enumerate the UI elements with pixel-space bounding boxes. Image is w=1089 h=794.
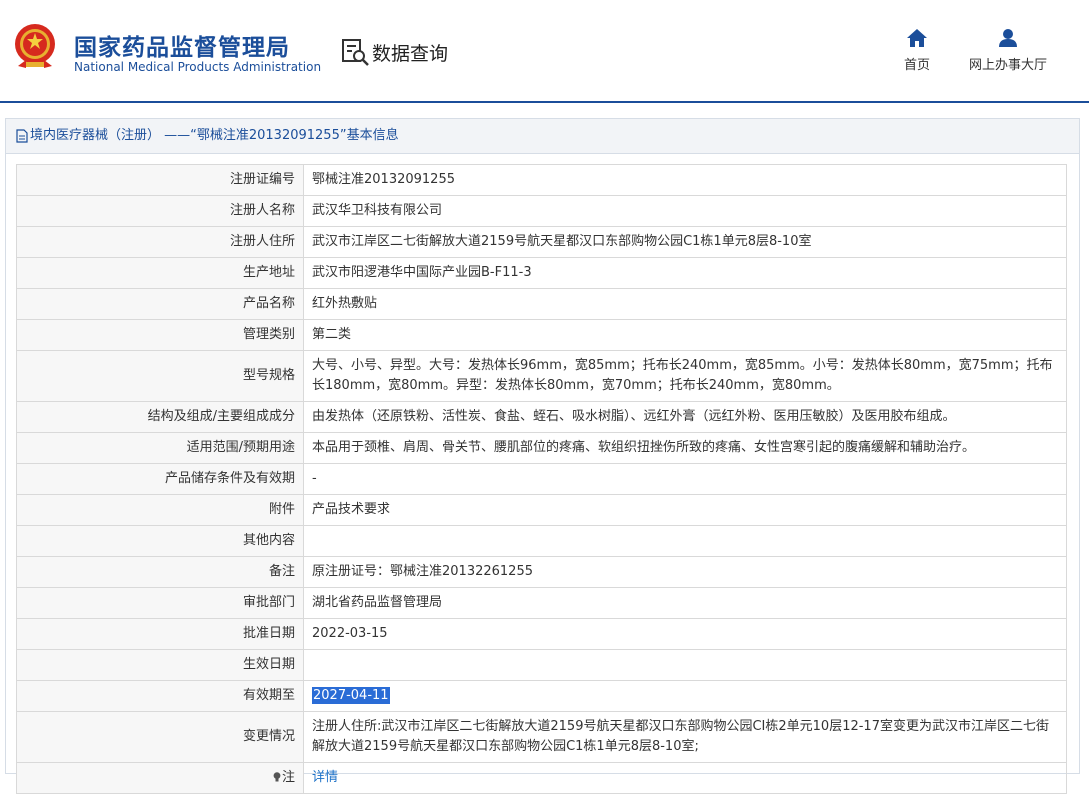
- site-name-en: National Medical Products Administration: [74, 60, 322, 74]
- row-value: 产品技术要求: [303, 494, 1067, 526]
- row-value: 武汉市江岸区二七街解放大道2159号航天星都汉口东部购物公园C1栋1单元8层8-…: [303, 226, 1067, 258]
- lightbulb-icon: [273, 772, 281, 782]
- row-label: 注: [16, 762, 304, 794]
- nav-online-hall-label: 网上办事大厅: [968, 58, 1047, 73]
- table-row: 产品名称 红外热敷贴: [16, 288, 1067, 320]
- row-value: 武汉市阳逻港华中国际产业园B-F11-3: [303, 257, 1067, 289]
- panel-title-bar: 境内医疗器械（注册） ——“鄂械注准20132091255”基本信息: [6, 119, 1079, 154]
- detail-panel: 境内医疗器械（注册） ——“鄂械注准20132091255”基本信息 注册证编号…: [5, 118, 1080, 794]
- document-icon: [16, 129, 28, 143]
- selected-text: 2027-04-11: [312, 687, 390, 704]
- row-value: 原注册证号：鄂械注准20132261255: [303, 556, 1067, 588]
- row-label: 其他内容: [16, 525, 304, 557]
- panel-title: 境内医疗器械（注册） ——“鄂械注准20132091255”基本信息: [30, 128, 399, 143]
- site-name-cn: 国家药品监督管理局: [74, 35, 290, 61]
- row-value: 由发热体（还原铁粉、活性炭、食盐、蛭石、吸水树脂）、远红外膏（远红外粉、医用压敏…: [303, 401, 1067, 433]
- row-value: 2027-04-11: [303, 680, 1067, 712]
- row-label: 管理类别: [16, 319, 304, 351]
- row-value: 鄂械注准20132091255: [303, 164, 1067, 196]
- user-icon: [999, 29, 1017, 47]
- table-row: 注册人名称 武汉华卫科技有限公司: [16, 195, 1067, 227]
- row-value: 注册人住所:武汉市江岸区二七街解放大道2159号航天星都汉口东部购物公园CI栋2…: [303, 711, 1067, 763]
- table-row: 产品储存条件及有效期 -: [16, 463, 1067, 495]
- row-label: 有效期至: [16, 680, 304, 712]
- home-icon: [907, 29, 927, 47]
- table-row: 审批部门 湖北省药品监督管理局: [16, 587, 1067, 619]
- row-value: 红外热敷贴: [303, 288, 1067, 320]
- row-value: 湖北省药品监督管理局: [303, 587, 1067, 619]
- table-row: 适用范围/预期用途 本品用于颈椎、肩周、骨关节、腰肌部位的疼痛、软组织扭挫伤所致的…: [16, 432, 1067, 464]
- row-label: 审批部门: [16, 587, 304, 619]
- table-row: 管理类别 第二类: [16, 319, 1067, 351]
- info-table: 注册证编号 鄂械注准20132091255 注册人名称 武汉华卫科技有限公司 注册人…: [16, 164, 1067, 794]
- row-value: 2022-03-15: [303, 618, 1067, 650]
- table-row: 备注 原注册证号：鄂械注准20132261255: [16, 556, 1067, 588]
- row-label: 注册人名称: [16, 195, 304, 227]
- row-label: 备注: [16, 556, 304, 588]
- table-row: 有效期至 2027-04-11: [16, 680, 1067, 712]
- table-row: 注 详情: [16, 762, 1067, 794]
- row-label: 附件: [16, 494, 304, 526]
- row-label: 产品名称: [16, 288, 304, 320]
- row-value: 武汉华卫科技有限公司: [303, 195, 1067, 227]
- data-query-section: 数据查询: [340, 36, 448, 68]
- table-row: 附件 产品技术要求: [16, 494, 1067, 526]
- site-header: 国家药品监督管理局 National Medical Products Admi…: [0, 0, 1089, 103]
- row-label: 适用范围/预期用途: [16, 432, 304, 464]
- header-divider: [0, 101, 1089, 103]
- row-label: 生产地址: [16, 257, 304, 289]
- document-search-icon: [342, 39, 369, 66]
- table-row: 注册人住所 武汉市江岸区二七街解放大道2159号航天星都汉口东部购物公园C1栋1单…: [16, 226, 1067, 258]
- row-label: 产品储存条件及有效期: [16, 463, 304, 495]
- table-row: 型号规格 大号、小号、异型。大号：发热体长96mm，宽85mm；托布长240mm，…: [16, 350, 1067, 402]
- row-label: 批准日期: [16, 618, 304, 650]
- row-value: 详情: [303, 762, 1067, 794]
- national-emblem-icon: [15, 24, 55, 68]
- row-label: 型号规格: [16, 350, 304, 402]
- row-value: 第二类: [303, 319, 1067, 351]
- details-link[interactable]: 详情: [312, 770, 338, 785]
- table-row: 生效日期​: [16, 649, 1067, 681]
- row-label: 结构及组成/主要组成成分: [16, 401, 304, 433]
- row-label: 生效日期: [16, 649, 304, 681]
- table-row: 变更情况 注册人住所:武汉市江岸区二七街解放大道2159号航天星都汉口东部购物公园…: [16, 711, 1067, 763]
- table-row: 结构及组成/主要组成成分 由发热体（还原铁粉、活性炭、食盐、蛭石、吸水树脂）、远红…: [16, 401, 1067, 433]
- row-label: 注册证编号: [16, 164, 304, 196]
- nav-home[interactable]: 首页: [894, 28, 940, 73]
- note-label: 注: [281, 770, 295, 785]
- table-row: 批准日期 2022-03-15: [16, 618, 1067, 650]
- row-value: -: [303, 463, 1067, 495]
- row-value: ​: [303, 525, 1067, 557]
- row-value: 本品用于颈椎、肩周、骨关节、腰肌部位的疼痛、软组织扭挫伤所致的疼痛、女性宫寒引起…: [303, 432, 1067, 464]
- row-label: 注册人住所: [16, 226, 304, 258]
- row-value: 大号、小号、异型。大号：发热体长96mm，宽85mm；托布长240mm，宽85m…: [303, 350, 1067, 402]
- row-value: ​: [303, 649, 1067, 681]
- nav-online-hall[interactable]: 网上办事大厅: [962, 28, 1054, 73]
- row-label: 变更情况: [16, 711, 304, 763]
- table-row: 生产地址 武汉市阳逻港华中国际产业园B-F11-3: [16, 257, 1067, 289]
- table-row: 注册证编号 鄂械注准20132091255: [16, 164, 1067, 196]
- nav-home-label: 首页: [903, 58, 930, 73]
- data-query-title: 数据查询: [372, 42, 449, 65]
- table-row: 其他内容​: [16, 525, 1067, 557]
